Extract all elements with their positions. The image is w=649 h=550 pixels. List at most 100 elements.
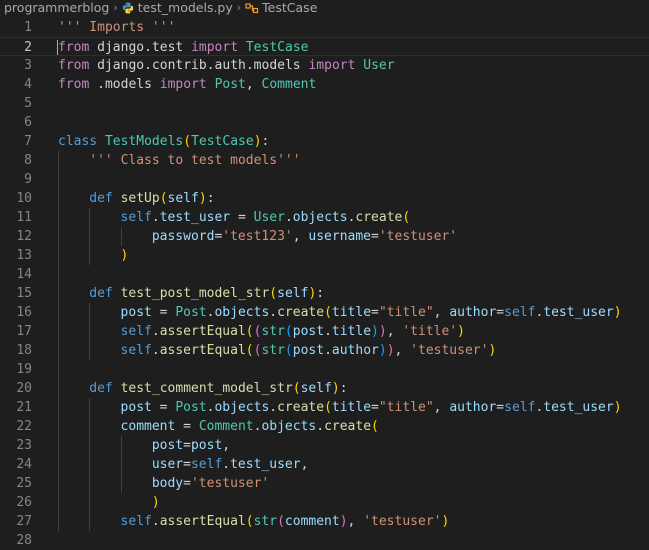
code-token: ) <box>457 324 465 339</box>
code-token: ( <box>284 343 293 358</box>
code-line[interactable]: 24 user=self.test_user, <box>0 455 649 474</box>
code-token: TestCase <box>245 40 309 55</box>
code-token: . <box>222 457 231 472</box>
code-line[interactable]: 16 post = Post.objects.create(title="titl… <box>0 303 649 322</box>
code-line[interactable]: 2 from django.test import TestCase <box>0 37 649 56</box>
indent-guide <box>89 208 91 265</box>
code-token: ) <box>151 495 160 510</box>
code-token: . <box>151 343 160 358</box>
code-token: self <box>167 191 199 206</box>
code-token: ) <box>378 343 387 358</box>
code-token: post <box>292 324 325 339</box>
line-number: 28 <box>16 533 32 548</box>
code-token: , <box>245 77 262 92</box>
code-token: User <box>253 210 285 225</box>
code-token: body <box>151 476 184 491</box>
code-token: = <box>371 400 379 415</box>
code-line[interactable]: 14 <box>0 265 649 284</box>
chevron-right-icon: › <box>236 1 242 14</box>
line-number: 25 <box>16 476 32 491</box>
code-line[interactable]: 15 def test_post_model_str(self): <box>0 284 649 303</box>
code-token: ) <box>386 343 395 358</box>
code-line[interactable]: 25 body='testuser' <box>0 474 649 493</box>
code-line[interactable]: 10 def setUp(self): <box>0 189 649 208</box>
code-line[interactable]: 21 post = Post.objects.create(title="titl… <box>0 398 649 417</box>
code-token: ) <box>488 343 497 358</box>
code-token: comment <box>284 514 340 529</box>
code-token: str <box>253 514 278 529</box>
code-token: . <box>151 324 160 339</box>
code-line[interactable]: 7 class TestModels(TestCase): <box>0 132 649 151</box>
code-token: post <box>292 343 325 358</box>
code-text: self.assertEqual((str(post.title)), 'tit… <box>121 322 465 341</box>
code-token: str <box>261 343 285 358</box>
code-token: assertEqual <box>159 514 246 529</box>
code-token: = <box>183 457 191 472</box>
code-token: .models <box>89 77 160 92</box>
line-number: 19 <box>16 362 32 377</box>
code-token: test_user <box>543 400 614 415</box>
indent-guide <box>120 436 122 493</box>
code-line[interactable]: 27 self.assertEqual(str(comment), 'testus… <box>0 512 649 531</box>
line-number: 4 <box>24 77 32 92</box>
code-line[interactable]: 28 <box>0 531 649 550</box>
line-number: 17 <box>16 324 32 339</box>
code-token: = <box>371 229 379 244</box>
line-number: 26 <box>16 495 32 510</box>
code-text: ''' Imports ''' <box>58 18 175 37</box>
indent-guide <box>58 151 59 531</box>
code-line[interactable]: 4 from .models import Post, Comment <box>0 75 649 94</box>
code-token: = <box>496 400 505 415</box>
code-token: ) <box>198 191 207 206</box>
code-token: author <box>331 343 379 358</box>
code-line[interactable]: 23 post=post, <box>0 436 649 455</box>
code-line[interactable]: 5 <box>0 94 649 113</box>
code-token: 'testuser' <box>363 514 442 529</box>
code-line[interactable]: 19 <box>0 360 649 379</box>
code-text: class TestModels(TestCase): <box>58 132 269 151</box>
code-token: 'testuser' <box>378 229 458 244</box>
code-token: ( <box>269 286 278 301</box>
code-line[interactable]: 12 password='test123', username='testuser… <box>0 227 649 246</box>
breadcrumb-file[interactable]: test_models.py <box>138 0 233 16</box>
code-token: : <box>206 191 215 206</box>
breadcrumb-project[interactable]: programmerblog <box>0 0 109 16</box>
code-token: create <box>355 210 403 225</box>
line-number: 3 <box>24 58 32 73</box>
code-token: django.test <box>89 40 192 55</box>
code-token: create <box>277 400 325 415</box>
code-token: . <box>316 419 325 434</box>
code-token: ( <box>245 343 254 358</box>
code-line[interactable]: 1 ''' Imports ''' <box>0 18 649 37</box>
code-token: objects <box>214 305 270 320</box>
code-token: ) <box>253 134 262 149</box>
code-line[interactable]: 17 self.assertEqual((str(post.title)), 't… <box>0 322 649 341</box>
line-number: 5 <box>24 96 32 111</box>
code-token: User <box>363 58 395 73</box>
code-token: "title" <box>378 305 434 320</box>
code-line[interactable]: 3 from django.contrib.auth.models import … <box>0 56 649 75</box>
code-line[interactable]: 22 comment = Comment.objects.create( <box>0 417 649 436</box>
code-editor[interactable]: 1 ''' Imports ''' 2 from django.test import… <box>0 16 649 549</box>
code-line[interactable]: 13) <box>0 246 649 265</box>
code-token: . <box>151 210 160 225</box>
code-token: import <box>191 40 239 55</box>
code-line[interactable]: 11 self.test_user = User.objects.create( <box>0 208 649 227</box>
code-token: test_user <box>159 210 231 225</box>
breadcrumb-symbol[interactable]: TestCase <box>262 0 317 16</box>
code-token: author <box>449 305 497 320</box>
code-line[interactable]: 20 def test_comment_model_str(self): <box>0 379 649 398</box>
code-token: Comment <box>198 419 254 434</box>
code-token: def <box>89 381 113 396</box>
code-line[interactable]: 18 self.assertEqual((str(post.author)), '… <box>0 341 649 360</box>
code-token: Post <box>175 400 207 415</box>
code-token: self <box>190 457 223 472</box>
code-token: : <box>261 134 270 149</box>
code-line[interactable]: 8 ''' Class to test models''' <box>0 151 649 170</box>
line-number: 12 <box>16 229 32 244</box>
code-line[interactable]: 26) <box>0 493 649 512</box>
code-line[interactable]: 6 <box>0 113 649 132</box>
code-line[interactable]: 9 <box>0 170 649 189</box>
code-token: title <box>331 324 372 339</box>
